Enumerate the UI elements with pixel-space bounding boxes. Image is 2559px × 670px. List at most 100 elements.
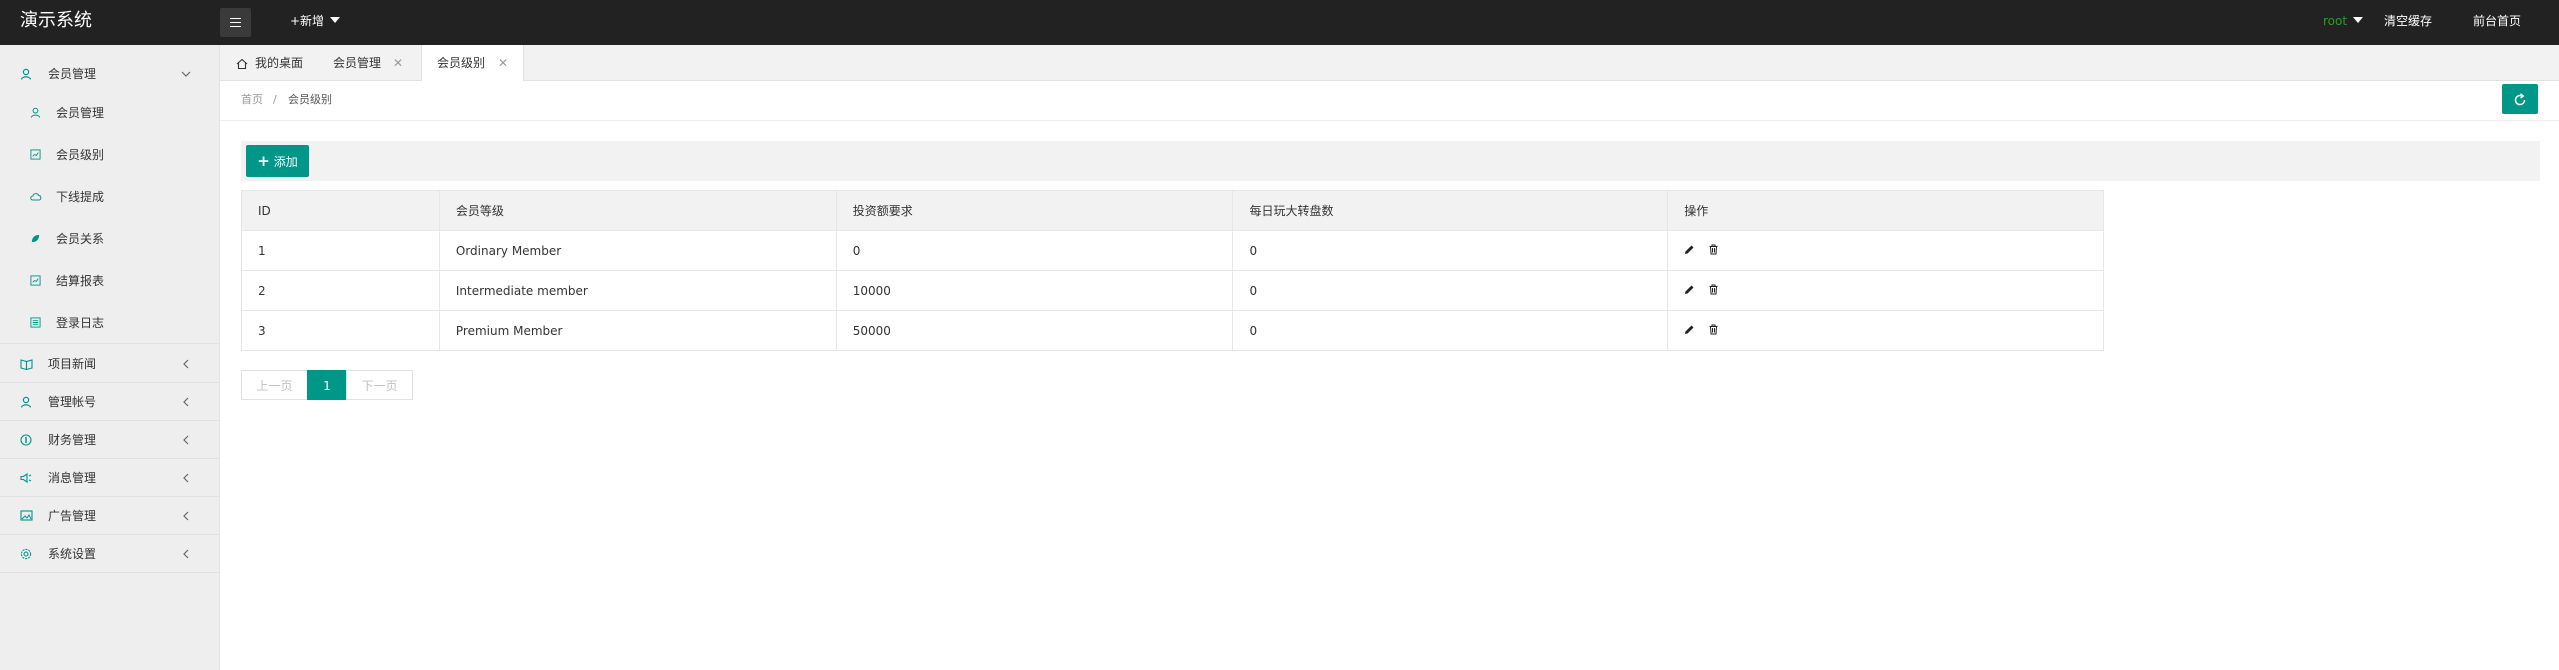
- cell-daily-spins: 0: [1232, 310, 1669, 351]
- sidebar-item-commission[interactable]: 下线提成: [0, 176, 220, 218]
- caret-down-icon: [2353, 17, 2364, 23]
- sidebar-item-label: 会员级别: [56, 148, 105, 162]
- chevron-down-icon: [180, 55, 192, 93]
- trash-icon[interactable]: [1708, 324, 1719, 338]
- top-header: 演示系统 +新增 root 清空缓存 前台首页: [0, 0, 2559, 45]
- tab-bar: 我的桌面 会员管理 ✕ 会员级别 ✕: [220, 45, 2559, 82]
- speaker-icon: [20, 472, 32, 484]
- cell-actions: [1667, 310, 2104, 351]
- table-row: 1 Ordinary Member 0 0: [241, 230, 2104, 271]
- cell-id: 2: [241, 270, 440, 311]
- sidebar-item-label: 结算报表: [56, 274, 105, 288]
- col-investment: 投资额要求: [835, 190, 1234, 231]
- breadcrumb-separator: /: [273, 93, 277, 106]
- sidebar-group-ads[interactable]: 广告管理: [0, 497, 220, 535]
- chart-icon: [30, 149, 42, 161]
- chevron-left-icon: [180, 421, 192, 459]
- edit-icon[interactable]: [1684, 284, 1695, 298]
- sidebar-group-label: 管理帐号: [48, 395, 97, 409]
- edit-icon[interactable]: [1684, 244, 1695, 258]
- cell-daily-spins: 0: [1232, 270, 1669, 311]
- close-icon[interactable]: ✕: [393, 45, 403, 81]
- refresh-button[interactable]: [2502, 84, 2538, 114]
- book-icon: [20, 358, 33, 371]
- sidebar-item-report[interactable]: 结算报表: [0, 260, 220, 302]
- cell-level: Ordinary Member: [438, 230, 837, 271]
- breadcrumb-home[interactable]: 首页: [241, 81, 263, 119]
- toolbar: [241, 141, 2540, 181]
- cell-daily-spins: 0: [1232, 230, 1669, 271]
- menu-toggle-button[interactable]: [220, 8, 251, 37]
- close-icon[interactable]: ✕: [498, 45, 508, 81]
- cell-level: Intermediate member: [438, 270, 837, 311]
- app-title: 演示系统: [20, 10, 92, 31]
- sidebar-item-login-log[interactable]: 登录日志: [0, 302, 220, 344]
- list-icon: [30, 317, 42, 329]
- sidebar-group-label: 会员管理: [48, 67, 97, 81]
- sidebar-group-label: 广告管理: [48, 509, 97, 523]
- chevron-left-icon: [180, 383, 192, 421]
- table-header-row: ID 会员等级 投资额要求 每日玩大转盘数 操作: [241, 190, 2104, 231]
- gear-icon: [20, 548, 32, 560]
- cell-level: Premium Member: [438, 310, 837, 351]
- refresh-icon: [2514, 92, 2526, 105]
- sidebar-group-accounts[interactable]: 管理帐号: [0, 383, 220, 421]
- chart-icon: [30, 275, 42, 287]
- sidebar-group-news[interactable]: 项目新闻: [0, 345, 220, 383]
- new-menu-label: +新增: [290, 14, 325, 28]
- sidebar-item-member-level[interactable]: 会员级别: [0, 134, 220, 176]
- add-button[interactable]: + 添加: [246, 145, 309, 177]
- sidebar-group-finance[interactable]: 财务管理: [0, 421, 220, 459]
- front-home-link[interactable]: 前台首页: [2473, 0, 2521, 45]
- breadcrumb: 首页 / 会员级别: [220, 81, 2559, 121]
- hamburger-icon: [230, 18, 241, 19]
- edit-icon[interactable]: [1684, 324, 1695, 338]
- user-icon: [20, 396, 32, 408]
- table-row: 3 Premium Member 50000 0: [241, 310, 2104, 351]
- tab-member-manage[interactable]: 会员管理 ✕: [333, 45, 408, 81]
- user-name: root: [2323, 14, 2348, 28]
- col-level: 会员等级: [438, 190, 837, 231]
- user-icon: [20, 68, 32, 80]
- cell-id: 1: [241, 230, 440, 271]
- sidebar-group-label: 消息管理: [48, 471, 97, 485]
- chevron-left-icon: [180, 345, 192, 383]
- tab-label: 会员级别: [437, 56, 486, 70]
- tab-member-level[interactable]: 会员级别 ✕: [421, 45, 524, 82]
- sidebar-item-relation[interactable]: 会员关系: [0, 218, 220, 260]
- cell-actions: [1667, 230, 2104, 271]
- page-1-button[interactable]: 1: [307, 370, 347, 400]
- clear-cache-link[interactable]: 清空缓存: [2384, 0, 2432, 45]
- plus-icon: +: [257, 152, 270, 170]
- sidebar-group-label: 项目新闻: [48, 357, 97, 371]
- sidebar-item-label: 下线提成: [56, 190, 105, 204]
- trash-icon[interactable]: [1708, 244, 1719, 258]
- user-menu[interactable]: root: [2323, 0, 2364, 45]
- cell-investment: 50000: [835, 310, 1234, 351]
- sidebar-item-label: 会员管理: [56, 106, 105, 120]
- trash-icon[interactable]: [1708, 284, 1719, 298]
- chevron-left-icon: [180, 535, 192, 573]
- breadcrumb-current: 会员级别: [288, 93, 332, 106]
- prev-page-button[interactable]: 上一页: [241, 370, 308, 400]
- col-actions: 操作: [1667, 190, 2104, 231]
- sidebar-item-label: 登录日志: [56, 316, 105, 330]
- sidebar-group-messages[interactable]: 消息管理: [0, 459, 220, 497]
- next-page-button[interactable]: 下一页: [346, 370, 413, 400]
- chevron-left-icon: [180, 459, 192, 497]
- col-id: ID: [241, 190, 440, 231]
- shield-icon: [20, 434, 32, 446]
- user-icon: [30, 107, 42, 119]
- tab-desktop[interactable]: 我的桌面: [236, 45, 316, 81]
- sidebar-group-label: 系统设置: [48, 547, 97, 561]
- col-daily-spins: 每日玩大转盘数: [1232, 190, 1669, 231]
- sidebar-group-members[interactable]: 会员管理: [0, 55, 220, 93]
- sidebar-item-member-manage[interactable]: 会员管理: [0, 92, 220, 134]
- member-level-table: ID 会员等级 投资额要求 每日玩大转盘数 操作 1 Ordinary Memb…: [241, 190, 2104, 351]
- sidebar-group-settings[interactable]: 系统设置: [0, 535, 220, 573]
- caret-down-icon: [330, 17, 341, 23]
- leaf-icon: [30, 233, 42, 245]
- cell-investment: 0: [835, 230, 1234, 271]
- new-menu-button[interactable]: +新增: [290, 0, 341, 45]
- add-button-label: 添加: [273, 155, 298, 169]
